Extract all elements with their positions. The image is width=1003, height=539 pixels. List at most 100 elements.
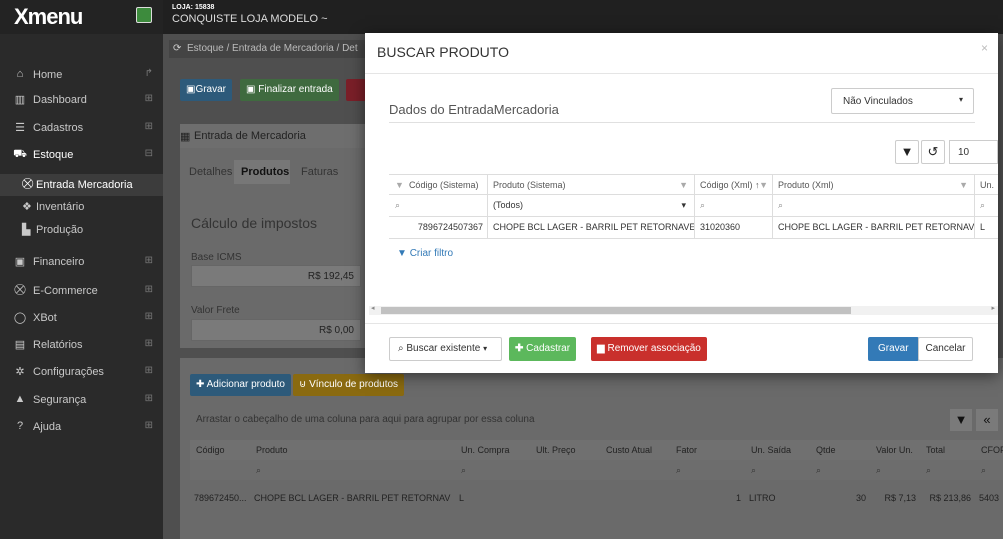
chevron-down-icon: ▾ — [483, 344, 488, 353]
table-row[interactable]: 7896724507367 CHOPE BCL LAGER - BARRIL P… — [389, 217, 998, 239]
breadcrumb: ⟳ Estoque / Entrada de Mercadoria / Det — [169, 40, 369, 58]
sidebar-item-financeiro[interactable]: ▣ Financeiro ⊞ — [0, 249, 163, 274]
frete-field[interactable]: R$ 0,00 — [191, 319, 361, 341]
col-header[interactable]: Qtde — [816, 445, 870, 455]
sidebar: Xmenu ⌂ Home ↱ ▥ Dashboard ⊞ ☰ Cadastros ⊞ ⛟ Estoq… — [0, 0, 163, 539]
col-header[interactable]: Total — [926, 445, 975, 455]
create-filter-link[interactable]: ▼ Criar filtro — [397, 248, 453, 259]
expand-icon: ⊞ — [144, 284, 153, 295]
vinculo-filter-select[interactable]: Não Vinculados ▾ — [831, 88, 974, 114]
col-header-un[interactable]: Un. — [974, 175, 998, 195]
search-icon[interactable]: ⌕ — [981, 465, 986, 476]
expand-icon: ⊞ — [144, 393, 153, 404]
sidebar-subitem-entrada-mercadoria[interactable]: ⛒ Entrada Mercadoria — [0, 174, 163, 196]
buscar-existente-dropdown[interactable]: ⌕ Buscar existente ▾ — [389, 337, 502, 361]
sidebar-item-estoque[interactable]: ⛟ Estoque ⊟ — [0, 142, 163, 167]
col-header[interactable]: Ult. Preço — [536, 445, 600, 455]
search-icon[interactable]: ⌕ — [876, 465, 881, 476]
reset-icon[interactable]: ↺ — [921, 140, 945, 164]
produto-filter-select[interactable]: (Todos) ▾ — [487, 195, 694, 215]
vinculo-button[interactable]: ⊍ Vínculo de produtos — [293, 374, 405, 396]
tab-detalhes[interactable]: Detalhes — [189, 166, 232, 178]
industry-icon: ▙ — [22, 224, 31, 236]
col-header-codigo-sistema[interactable]: ▼ Código (Sistema) — [389, 175, 487, 195]
search-icon[interactable]: ⌕ — [256, 465, 261, 476]
sidebar-item-configura-es[interactable]: ✲ Configurações ⊞ — [0, 359, 163, 384]
sidebar-item-seguran-a[interactable]: ▲ Segurança ⊞ — [0, 387, 163, 412]
refresh-icon[interactable]: ⟳ — [173, 43, 181, 54]
sidebar-item-dashboard[interactable]: ▥ Dashboard ⊞ — [0, 87, 163, 112]
search-icon[interactable]: ⌕ — [676, 465, 681, 476]
tab-faturas[interactable]: Faturas — [301, 166, 338, 178]
store-app-icon[interactable] — [136, 7, 152, 23]
col-header-produto-sistema[interactable]: Produto (Sistema) ▼ — [487, 175, 694, 195]
search-icon[interactable]: ⌕ — [974, 195, 998, 215]
base-icms-field[interactable]: R$ 192,45 — [191, 265, 361, 287]
grid-filter-row: ⌕ ⌕ ⌕ ⌕ ⌕ ⌕ ⌕ ⌕ — [190, 460, 1003, 480]
filter-icon[interactable]: ▼ — [895, 140, 919, 164]
buscar-produto-modal: BUSCAR PRODUTO × Dados do EntradaMercado… — [365, 33, 998, 373]
database-icon: ☰ — [15, 122, 25, 134]
search-icon[interactable]: ⌕ — [926, 465, 931, 476]
col-header[interactable]: Código — [196, 445, 250, 455]
store-code: LOJA: 15838 — [172, 4, 215, 11]
sidebar-subitem-invent-rio[interactable]: ❖ Inventário — [0, 196, 163, 218]
sidebar-item-e-commerce[interactable]: ⛒ E-Commerce ⊞ — [0, 278, 163, 303]
expand-icon: ⊞ — [144, 255, 153, 266]
finalizar-button[interactable]: ▣ Finalizar entrada — [240, 79, 339, 101]
search-icon[interactable]: ⌕ — [461, 465, 466, 476]
modal-grid-header: ▼ Código (Sistema) Produto (Sistema) ▼ Có… — [389, 174, 998, 195]
tab-produtos[interactable]: Produtos — [234, 160, 290, 184]
col-header-codigo-xml[interactable]: Código (Xml) ↑ ▼ — [694, 175, 772, 195]
col-header[interactable]: Un. Saída — [751, 445, 810, 455]
base-icms-label: Base ICMS — [191, 252, 242, 263]
delete-button[interactable] — [346, 79, 366, 101]
sidebar-subitem-produ-o[interactable]: ▙ Produção — [0, 219, 163, 241]
expand-icon: ⊞ — [144, 338, 153, 349]
cadastrar-button[interactable]: ✚ Cadastrar — [509, 337, 577, 361]
modal-title: BUSCAR PRODUTO — [377, 44, 509, 60]
modal-subtitle: Dados do EntradaMercadoria — [389, 102, 559, 117]
scroll-left-icon: ◂ — [371, 305, 375, 312]
top-bar: LOJA: 15838 CONQUISTE LOJA MODELO ~ — [163, 0, 1003, 34]
col-header[interactable]: Valor Un. — [876, 445, 920, 455]
whatsapp-icon: ◯ — [13, 312, 27, 324]
sidebar-item-home[interactable]: ⌂ Home ↱ — [0, 62, 163, 87]
col-header-produto-xml[interactable]: Produto (Xml) ▼ — [772, 175, 974, 195]
store-selector[interactable]: CONQUISTE LOJA MODELO ~ — [172, 13, 328, 25]
gravar-button[interactable]: ▣Gravar — [180, 79, 233, 101]
search-icon[interactable]: ⌕ — [694, 195, 772, 215]
search-icon[interactable]: ⌕ — [816, 465, 821, 476]
add-product-button[interactable]: ✚ Adicionar produto — [190, 374, 291, 396]
truck-icon: ⛟ — [13, 148, 27, 160]
table-row[interactable]: 789672450... CHOPE BCL LAGER - BARRIL PET… — [190, 480, 1003, 520]
gravar-modal-button[interactable]: Gravar — [868, 337, 919, 361]
collapse-icon[interactable]: « — [976, 409, 998, 431]
search-icon[interactable]: ⌕ — [751, 465, 756, 476]
col-header[interactable]: Fator — [676, 445, 745, 455]
filter-icon[interactable]: ▼ — [950, 409, 972, 431]
cancelar-button[interactable]: Cancelar — [918, 337, 973, 361]
table-cell: 30 — [855, 493, 866, 503]
page-size-input[interactable]: 10 — [949, 140, 998, 164]
funnel-icon: ▼ — [959, 180, 968, 190]
expand-icon: ⊞ — [144, 93, 153, 104]
group-hint: Arrastar o cabeçalho de uma coluna para … — [196, 414, 535, 425]
horizontal-scrollbar[interactable]: ◂ ▸ — [369, 305, 998, 315]
scrollbar-thumb[interactable] — [381, 307, 851, 314]
sidebar-item-relat-rios[interactable]: ▤ Relatórios ⊞ — [0, 332, 163, 357]
sidebar-item-ajuda[interactable]: ? Ajuda ⊞ — [0, 414, 163, 439]
search-icon[interactable]: ⌕ — [389, 195, 487, 215]
table-cell: CHOPE BCL LAGER - BARRIL PET RETORNAVEL … — [254, 493, 451, 503]
col-header[interactable]: Un. Compra — [461, 445, 530, 455]
col-header[interactable]: CFOP — [981, 445, 1003, 455]
close-icon[interactable]: × — [981, 41, 988, 55]
col-header[interactable]: Produto — [256, 445, 455, 455]
bar-chart-icon: ▥ — [14, 94, 26, 106]
sidebar-item-xbot[interactable]: ◯ XBot ⊞ — [0, 305, 163, 330]
remover-associacao-button[interactable]: ▆ Remover associação — [591, 337, 707, 361]
col-header[interactable]: Custo Atual — [606, 445, 670, 455]
funnel-icon: ▼ — [397, 248, 407, 259]
search-icon[interactable]: ⌕ — [772, 195, 974, 215]
sidebar-item-cadastros[interactable]: ☰ Cadastros ⊞ — [0, 115, 163, 140]
